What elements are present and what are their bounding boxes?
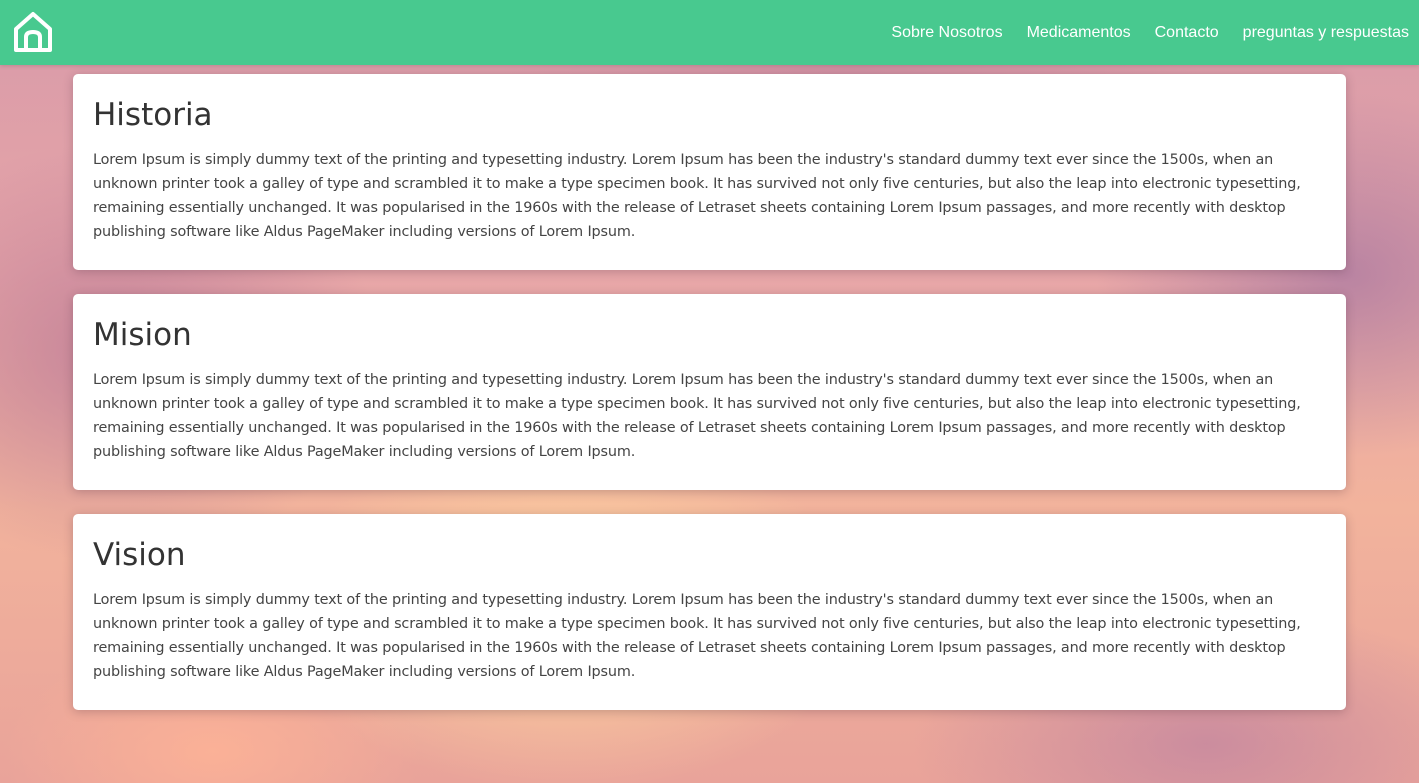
historia-title: Historia	[93, 97, 213, 133]
home-icon	[14, 12, 52, 52]
top-navbar: Sobre Nosotros Medicamentos Contacto pre…	[0, 0, 1419, 65]
nav-link-preguntas-y-respuestas[interactable]: preguntas y respuestas	[1243, 24, 1409, 42]
historia-body: Lorem Ipsum is simply dummy text of the …	[93, 152, 1301, 240]
vision-body: Lorem Ipsum is simply dummy text of the …	[93, 592, 1301, 680]
mision-body: Lorem Ipsum is simply dummy text of the …	[93, 372, 1301, 460]
mision-card: Mision Lorem Ipsum is simply dummy text …	[73, 294, 1346, 490]
nav-link-medicamentos[interactable]: Medicamentos	[1027, 24, 1131, 42]
nav-link-sobre-nosotros[interactable]: Sobre Nosotros	[891, 24, 1002, 42]
mision-title: Mision	[93, 317, 192, 353]
vision-card: Vision Lorem Ipsum is simply dummy text …	[73, 514, 1346, 710]
home-button[interactable]	[11, 10, 55, 54]
nav-links: Sobre Nosotros Medicamentos Contacto pre…	[891, 0, 1409, 65]
nav-link-contacto[interactable]: Contacto	[1155, 24, 1219, 42]
vision-title: Vision	[93, 537, 186, 573]
historia-card: Historia Lorem Ipsum is simply dummy tex…	[73, 74, 1346, 270]
